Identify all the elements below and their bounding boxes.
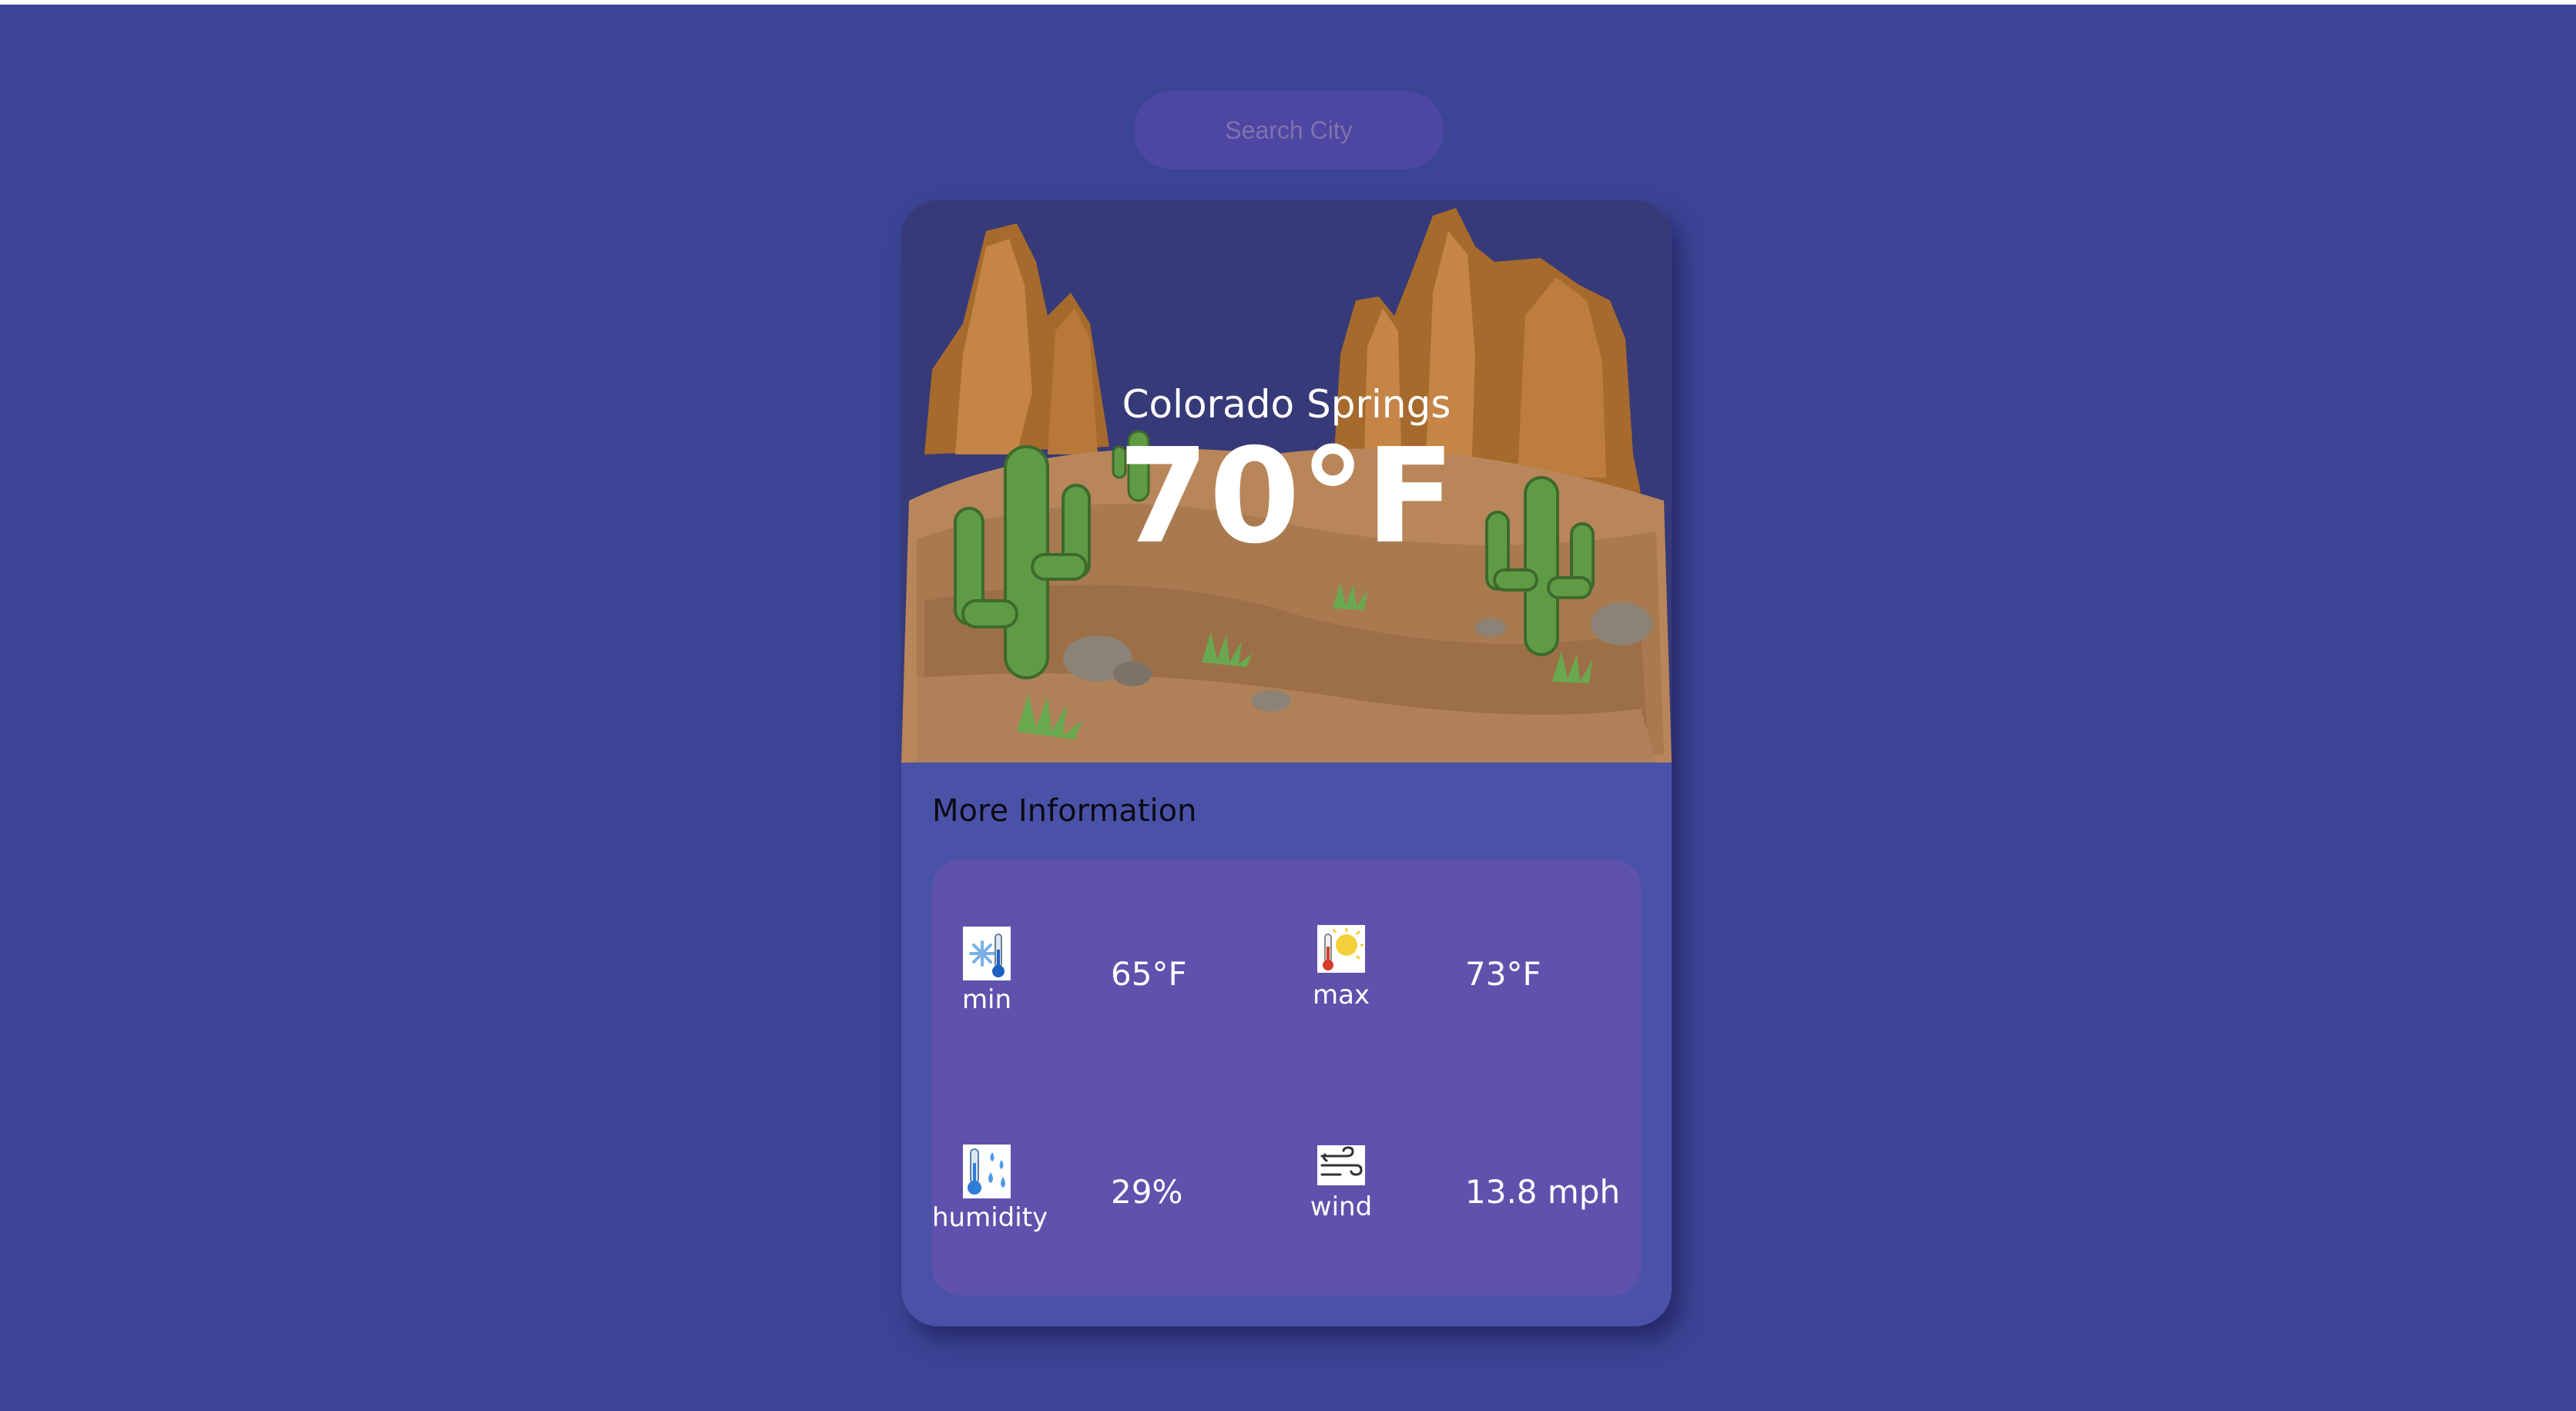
stat-wind: wind 13.8 mph (1286, 1124, 1641, 1262)
stats-panel: min 65°F max 73°F humidity 29% wind 13.8… (932, 860, 1641, 1295)
stat-max: max 73°F (1286, 906, 1641, 1044)
sun-thermometer-icon (1317, 925, 1365, 973)
top-border (0, 0, 2576, 5)
stat-humidity: humidity 29% (932, 1124, 1286, 1262)
min-value: 65°F (1111, 955, 1187, 993)
current-temperature: 70°F (1118, 421, 1455, 573)
weather-card: Colorado Springs 70°F More Information m… (901, 200, 1672, 1326)
more-information-title: More Information (932, 793, 1197, 829)
desert-illustration: Colorado Springs 70°F (901, 200, 1672, 762)
snow-thermometer-icon (963, 927, 1011, 980)
search-city-input[interactable] (1134, 91, 1444, 169)
wind-value: 13.8 mph (1465, 1173, 1621, 1211)
max-label: max (1312, 980, 1370, 1010)
humidity-icon (963, 1145, 1011, 1198)
stat-min: min 65°F (932, 906, 1286, 1044)
humidity-value: 29% (1111, 1173, 1183, 1211)
min-label: min (961, 984, 1012, 1015)
wind-label: wind (1310, 1191, 1373, 1222)
humidity-label: humidity (932, 1202, 1048, 1233)
wind-icon (1317, 1145, 1365, 1185)
max-value: 73°F (1465, 955, 1541, 993)
